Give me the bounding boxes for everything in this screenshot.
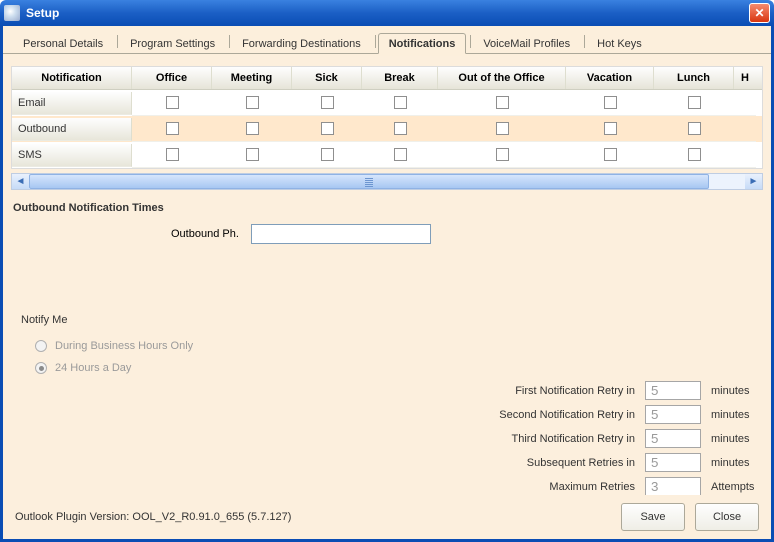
- version-label: Outlook Plugin Version: OOL_V2_R0.91.0_6…: [15, 511, 611, 523]
- checkbox-sms-break[interactable]: [394, 148, 407, 161]
- first-retry-input[interactable]: [645, 381, 701, 400]
- retry-row-max: Maximum Retries Attempts: [383, 477, 763, 496]
- retry-label: Second Notification Retry in: [383, 409, 635, 421]
- checkbox-email-break[interactable]: [394, 96, 407, 109]
- checkbox-email-meeting[interactable]: [246, 96, 259, 109]
- checkbox-email-sick[interactable]: [321, 96, 334, 109]
- radio-business-hours[interactable]: During Business Hours Only: [35, 340, 763, 352]
- checkbox-email-lunch[interactable]: [688, 96, 701, 109]
- retry-row-second: Second Notification Retry in minutes: [383, 405, 763, 424]
- tab-separator: [117, 35, 118, 48]
- checkbox-sms-out[interactable]: [496, 148, 509, 161]
- tab-separator: [470, 35, 471, 48]
- outbound-phone-input[interactable]: [251, 224, 431, 244]
- tab-strip: Personal Details Program Settings Forwar…: [3, 26, 771, 54]
- checkbox-outbound-break[interactable]: [394, 122, 407, 135]
- max-retries-input[interactable]: [645, 477, 701, 496]
- unit-label: minutes: [711, 385, 763, 397]
- col-header-notification[interactable]: Notification: [12, 67, 132, 89]
- subsequent-retry-input[interactable]: [645, 453, 701, 472]
- radio-label: During Business Hours Only: [55, 340, 193, 352]
- col-header-meeting[interactable]: Meeting: [212, 67, 292, 89]
- tab-notifications[interactable]: Notifications: [378, 33, 467, 54]
- close-icon: ✕: [754, 6, 764, 20]
- notification-grid: Notification Office Meeting Sick Break O…: [11, 66, 763, 169]
- scroll-right-icon[interactable]: ►: [745, 174, 762, 189]
- col-header-lunch[interactable]: Lunch: [654, 67, 734, 89]
- col-header-vacation[interactable]: Vacation: [566, 67, 654, 89]
- checkbox-sms-vacation[interactable]: [604, 148, 617, 161]
- close-button[interactable]: Close: [695, 503, 759, 531]
- retry-label: Maximum Retries: [383, 481, 635, 493]
- checkbox-outbound-out[interactable]: [496, 122, 509, 135]
- retry-label: Third Notification Retry in: [383, 433, 635, 445]
- tab-separator: [375, 35, 376, 48]
- row-label-email: Email: [12, 92, 132, 115]
- unit-label: minutes: [711, 457, 763, 469]
- radio-label: 24 Hours a Day: [55, 362, 131, 374]
- content-area: Notification Office Meeting Sick Break O…: [3, 56, 771, 495]
- scroll-left-icon[interactable]: ◄: [12, 174, 29, 189]
- tab-voicemail-profiles[interactable]: VoiceMail Profiles: [473, 34, 580, 53]
- notify-me-block: Notify Me During Business Hours Only 24 …: [21, 314, 763, 374]
- row-label-sms: SMS: [12, 144, 132, 167]
- tab-separator: [584, 35, 585, 48]
- checkbox-outbound-vacation[interactable]: [604, 122, 617, 135]
- tab-hot-keys[interactable]: Hot Keys: [587, 34, 652, 53]
- close-window-button[interactable]: ✕: [749, 3, 770, 23]
- outbound-phone-row: Outbound Ph.: [171, 224, 763, 244]
- notify-me-heading: Notify Me: [21, 314, 763, 326]
- radio-icon: [35, 362, 47, 374]
- retry-row-third: Third Notification Retry in minutes: [383, 429, 763, 448]
- table-row: Outbound: [12, 116, 762, 142]
- radio-24-hours[interactable]: 24 Hours a Day: [35, 362, 763, 374]
- row-label-outbound: Outbound: [12, 118, 132, 141]
- checkbox-sms-office[interactable]: [166, 148, 179, 161]
- scroll-thumb[interactable]: [29, 174, 709, 189]
- col-header-out-office[interactable]: Out of the Office: [438, 67, 566, 89]
- tab-separator: [229, 35, 230, 48]
- checkbox-sms-sick[interactable]: [321, 148, 334, 161]
- checkbox-outbound-office[interactable]: [166, 122, 179, 135]
- col-header-office[interactable]: Office: [132, 67, 212, 89]
- tab-forwarding-destinations[interactable]: Forwarding Destinations: [232, 34, 371, 53]
- retry-row-subsequent: Subsequent Retries in minutes: [383, 453, 763, 472]
- tab-program-settings[interactable]: Program Settings: [120, 34, 225, 53]
- table-row: SMS: [12, 142, 762, 168]
- checkbox-email-office[interactable]: [166, 96, 179, 109]
- checkbox-email-out[interactable]: [496, 96, 509, 109]
- third-retry-input[interactable]: [645, 429, 701, 448]
- tab-personal-details[interactable]: Personal Details: [13, 34, 113, 53]
- app-icon: [4, 5, 20, 21]
- title-bar: Setup ✕: [0, 0, 774, 26]
- col-header-h[interactable]: H: [734, 67, 756, 89]
- radio-icon: [35, 340, 47, 352]
- checkbox-email-vacation[interactable]: [604, 96, 617, 109]
- col-header-break[interactable]: Break: [362, 67, 438, 89]
- retry-label: First Notification Retry in: [383, 385, 635, 397]
- second-retry-input[interactable]: [645, 405, 701, 424]
- footer-bar: Outlook Plugin Version: OOL_V2_R0.91.0_6…: [3, 495, 771, 539]
- checkbox-sms-lunch[interactable]: [688, 148, 701, 161]
- outbound-times-heading: Outbound Notification Times: [13, 202, 761, 214]
- retry-settings: First Notification Retry in minutes Seco…: [383, 376, 763, 501]
- grid-header: Notification Office Meeting Sick Break O…: [12, 67, 762, 90]
- col-header-sick[interactable]: Sick: [292, 67, 362, 89]
- checkbox-outbound-meeting[interactable]: [246, 122, 259, 135]
- checkbox-sms-meeting[interactable]: [246, 148, 259, 161]
- horizontal-scrollbar[interactable]: ◄ ►: [11, 173, 763, 190]
- save-button[interactable]: Save: [621, 503, 685, 531]
- window-title: Setup: [26, 6, 749, 20]
- checkbox-outbound-sick[interactable]: [321, 122, 334, 135]
- unit-label: Attempts: [711, 481, 763, 493]
- table-row: Email: [12, 90, 762, 116]
- checkbox-outbound-lunch[interactable]: [688, 122, 701, 135]
- unit-label: minutes: [711, 409, 763, 421]
- scroll-track[interactable]: [29, 174, 745, 189]
- retry-row-first: First Notification Retry in minutes: [383, 381, 763, 400]
- retry-label: Subsequent Retries in: [383, 457, 635, 469]
- unit-label: minutes: [711, 433, 763, 445]
- outbound-phone-label: Outbound Ph.: [171, 228, 239, 240]
